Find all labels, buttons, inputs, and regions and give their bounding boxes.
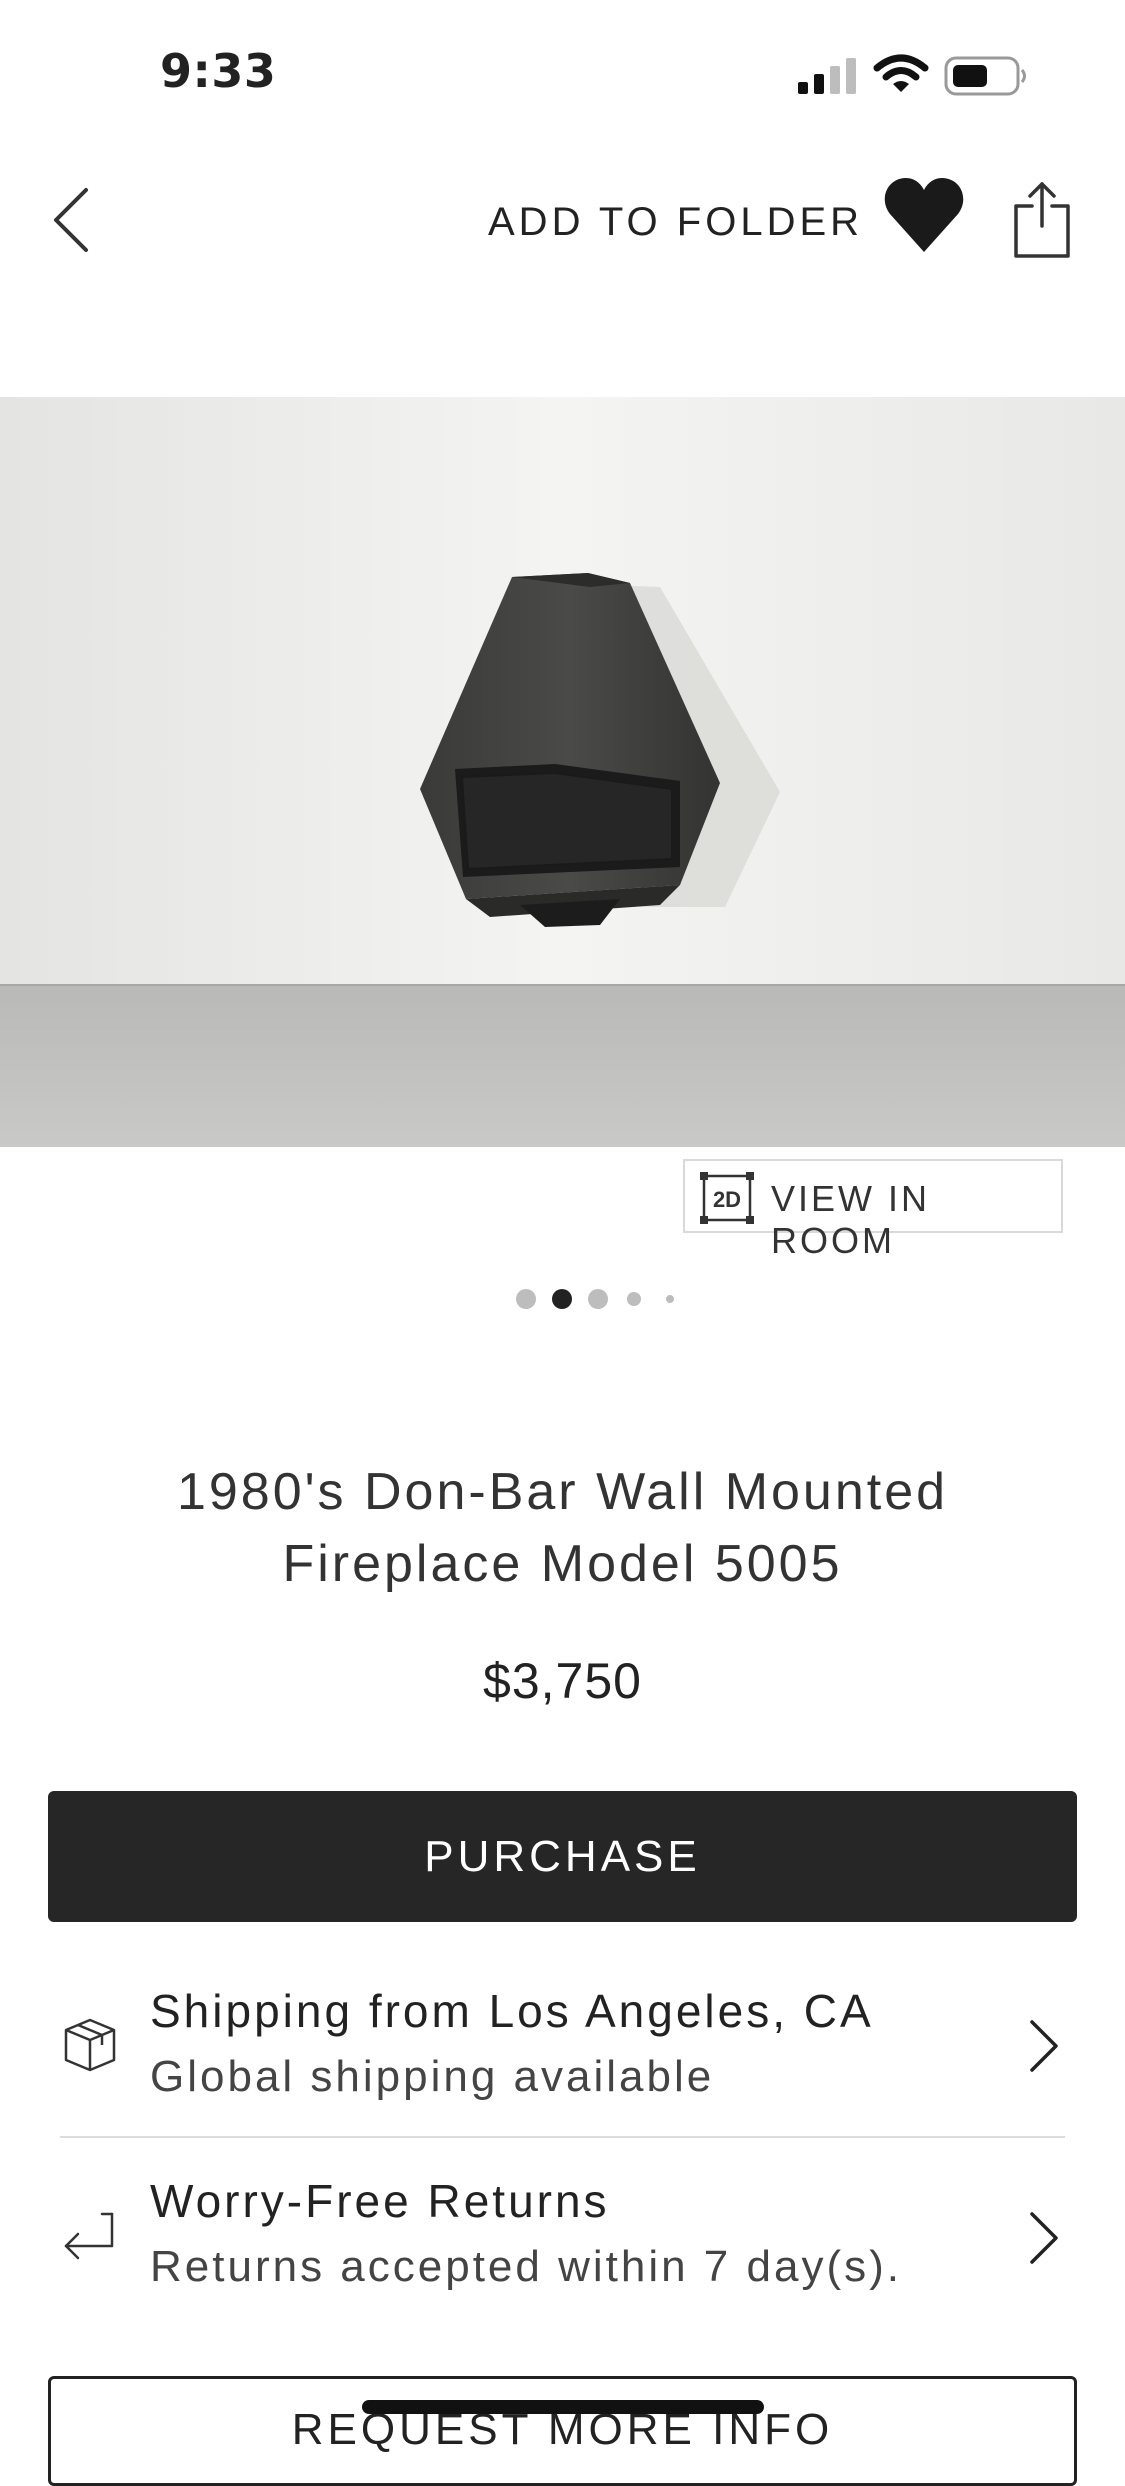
request-more-info-button[interactable]: REQUEST MORE INFO <box>48 2376 1077 2486</box>
battery-icon <box>944 56 1026 96</box>
package-box-icon <box>64 2018 116 2072</box>
purchase-button[interactable]: PURCHASE <box>48 1791 1077 1922</box>
shipping-subtitle: Global shipping available <box>150 2052 715 2101</box>
returns-row[interactable]: Worry-Free Returns Returns accepted with… <box>0 2152 1125 2332</box>
returns-title: Worry-Free Returns <box>150 2175 610 2227</box>
heart-filled-icon <box>884 178 964 252</box>
share-icon <box>1014 182 1070 258</box>
fireplace-photo <box>0 397 1125 1147</box>
shipping-row[interactable]: Shipping from Los Angeles, CA Global shi… <box>0 1960 1125 2140</box>
add-to-folder-button[interactable]: ADD TO FOLDER <box>488 200 863 245</box>
share-button[interactable] <box>1010 180 1074 260</box>
page-dot <box>588 1289 608 1309</box>
2d-badge-label: 2D <box>713 1187 741 1212</box>
product-price: $3,750 <box>483 1653 642 1709</box>
product-title: 1980's Don-Bar Wall Mounted Fireplace Mo… <box>60 1456 1065 1600</box>
product-title-line: Fireplace Model 5005 <box>282 1535 843 1593</box>
view-in-room-label: VIEW IN ROOM <box>771 1178 931 1261</box>
purchase-label: PURCHASE <box>424 1831 701 1881</box>
status-time: 9:33 <box>160 44 277 98</box>
page-dot <box>516 1289 536 1309</box>
2d-view-icon: 2D <box>700 1172 754 1224</box>
product-title-line: 1980's Don-Bar Wall Mounted <box>176 1463 949 1521</box>
wifi-icon <box>873 54 929 92</box>
chevron-right-icon <box>1030 2212 1058 2264</box>
page-dot <box>627 1292 641 1306</box>
home-indicator[interactable] <box>362 2400 764 2414</box>
back-button[interactable] <box>44 180 104 260</box>
favorite-button[interactable] <box>882 176 966 256</box>
image-page-indicator[interactable] <box>515 1288 685 1310</box>
shipping-title: Shipping from Los Angeles, CA <box>150 1985 874 2037</box>
cellular-signal-icon <box>798 58 856 94</box>
chevron-left-icon <box>54 188 88 252</box>
view-in-room-button[interactable]: 2D VIEW IN ROOM <box>683 1159 1063 1261</box>
product-image[interactable] <box>0 397 1125 1147</box>
page-dot-active <box>552 1289 572 1309</box>
returns-subtitle: Returns accepted within 7 day(s). <box>150 2242 902 2291</box>
chevron-right-icon <box>1030 2020 1058 2072</box>
page-dot <box>666 1295 674 1303</box>
return-arrow-icon <box>64 2212 114 2260</box>
divider <box>60 2136 1065 2138</box>
